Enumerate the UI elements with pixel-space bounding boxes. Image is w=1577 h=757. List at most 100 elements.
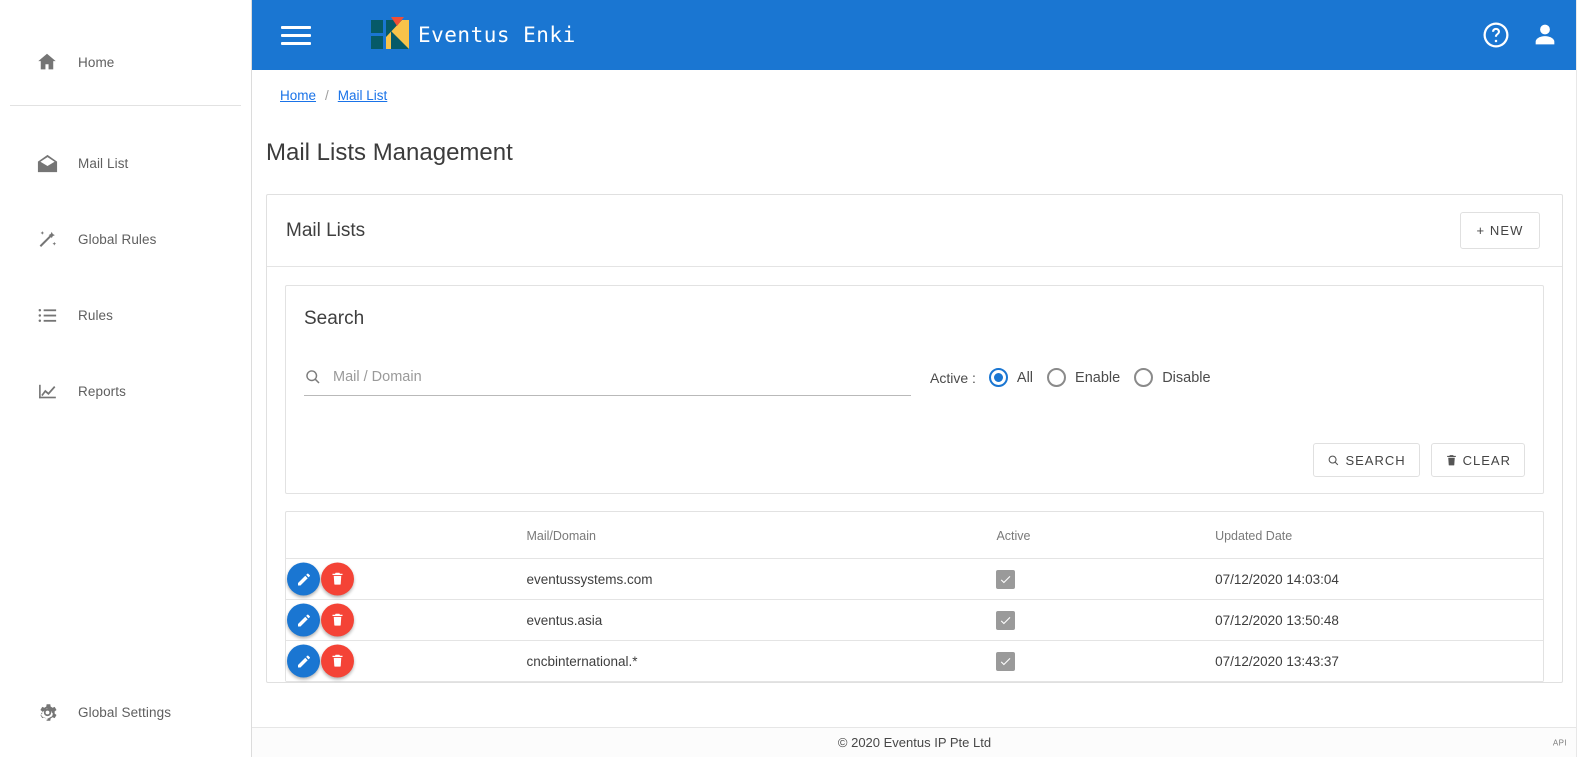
card-header: Mail Lists + NEW [267,195,1562,267]
mail-open-icon [34,150,60,176]
main-content: Home / Mail List Mail Lists Management M… [252,70,1577,727]
check-icon [1001,616,1011,624]
trash-icon [332,572,343,585]
search-field[interactable] [304,368,911,396]
sidebar-item-global-rules[interactable]: Global Rules [0,218,251,260]
clear-button-label: CLEAR [1462,452,1511,468]
table-row[interactable]: cncbinternational.* 07/12/2020 13:43:37 [286,640,1543,682]
card-body: Search Active : All [267,267,1562,682]
page-title: Mail Lists Management [266,139,513,166]
active-filter-label: Active : [930,369,976,386]
radio-dot-all [988,368,1008,387]
sidebar-item-mail-list[interactable]: Mail List [0,142,251,184]
active-checkbox [996,651,1016,671]
sidebar-item-home[interactable]: Home [0,41,251,83]
cell-domain: eventussystems.com [526,558,997,600]
page-title-container: Mail Lists Management [252,139,1577,167]
cell-active [996,599,1216,641]
sidebar: Home Mail List Global Rules Rules Report… [0,0,252,757]
search-icon [306,370,320,384]
new-button[interactable]: + NEW [1460,212,1540,249]
cell-active [996,640,1216,682]
pencil-icon [297,655,310,667]
sidebar-item-reports[interactable]: Reports [0,370,251,412]
edit-button[interactable] [287,562,320,596]
cell-domain: cncbinternational.* [526,640,997,682]
search-panel: Search Active : All [285,285,1544,494]
eventus-enki-logo [371,17,409,49]
table-head: Mail/Domain Active Updated Date [286,512,1543,559]
search-actions: SEARCH CLEAR [304,443,1525,477]
breadcrumb: Home / Mail List [252,70,1577,103]
search-button-label: SEARCH [1345,452,1406,468]
footer: © 2020 Eventus IP Pte Ltd API [252,727,1577,757]
column-header-actions [286,512,527,559]
radio-active-enable[interactable]: Enable [1047,368,1120,387]
edit-button[interactable] [287,644,320,678]
table-body: eventussystems.com 07/12/2020 14:03:04 e… [286,558,1543,682]
table-row[interactable]: eventussystems.com 07/12/2020 14:03:04 [286,558,1543,600]
delete-button[interactable] [321,562,354,596]
mail-lists-table: Mail/Domain Active Updated Date eventuss… [286,512,1543,682]
delete-button[interactable] [321,644,354,678]
home-icon [34,49,60,75]
mail-lists-table-container: Mail/Domain Active Updated Date eventuss… [285,511,1544,682]
brand-name: Eventus Enki [418,23,576,47]
sidebar-item-rules[interactable]: Rules [0,294,251,336]
search-heading: Search [304,308,365,329]
active-checkbox [996,569,1016,589]
table-row[interactable]: eventus.asia 07/12/2020 13:50:48 [286,599,1543,641]
table-header-row: Mail/Domain Active Updated Date [286,512,1543,559]
active-filter-group: Active : All Enable Disable [930,368,1225,396]
trash-icon [332,654,343,667]
hamburger-bar [281,33,311,37]
list-icon [34,302,60,328]
sidebar-item-label-mail-list: Mail List [78,155,129,171]
card-title: Mail Lists [286,219,366,241]
delete-button[interactable] [321,603,354,637]
radio-active-all[interactable]: All [988,368,1034,387]
row-actions-cell [286,558,527,600]
breadcrumb-separator: / [325,88,329,103]
cell-updated: 07/12/2020 13:43:37 [1215,640,1543,682]
gear-icon [34,699,60,725]
topbar-actions [1481,20,1559,50]
radio-label-enable: Enable [1075,369,1121,386]
pencil-icon [297,573,310,585]
check-icon [1001,575,1011,583]
chart-line-icon [34,378,60,404]
clear-button[interactable]: CLEAR [1430,443,1525,477]
sidebar-item-label-rules: Rules [78,307,114,323]
breadcrumb-item-home[interactable]: Home [280,88,316,103]
footer-copyright: © 2020 Eventus IP Pte Ltd [837,735,992,750]
sidebar-item-global-settings[interactable]: Global Settings [0,691,171,733]
row-action-buttons [287,644,354,678]
check-icon [1001,657,1011,665]
edit-button[interactable] [287,603,320,637]
sidebar-item-label-global-settings: Global Settings [78,704,172,720]
hamburger-bar [281,41,311,45]
active-checkbox [996,610,1016,630]
column-header-domain: Mail/Domain [526,512,997,559]
hamburger-menu-icon[interactable] [281,20,311,50]
column-header-updated: Updated Date [1215,512,1543,559]
radio-dot-enable [1047,368,1067,387]
sidebar-divider [10,105,241,106]
mail-lists-card: Mail Lists + NEW Search Activ [266,194,1563,683]
row-action-buttons [287,603,354,637]
radio-label-all: All [1016,369,1034,386]
search-row: Active : All Enable Dis [304,368,1525,396]
user-account-icon[interactable] [1531,21,1559,49]
sidebar-item-label-home: Home [78,54,115,70]
trash-icon [332,613,343,626]
brand[interactable]: Eventus Enki [371,17,576,53]
breadcrumb-item-mail-list[interactable]: Mail List [338,88,388,103]
column-header-active: Active [996,512,1216,559]
cell-updated: 07/12/2020 13:50:48 [1215,599,1543,641]
search-input[interactable] [331,368,911,386]
radio-active-disable[interactable]: Disable [1134,368,1211,387]
search-button[interactable]: SEARCH [1313,443,1420,477]
api-link[interactable]: API [1553,738,1567,747]
hamburger-bar [281,25,311,29]
help-circle-icon[interactable] [1481,20,1511,50]
